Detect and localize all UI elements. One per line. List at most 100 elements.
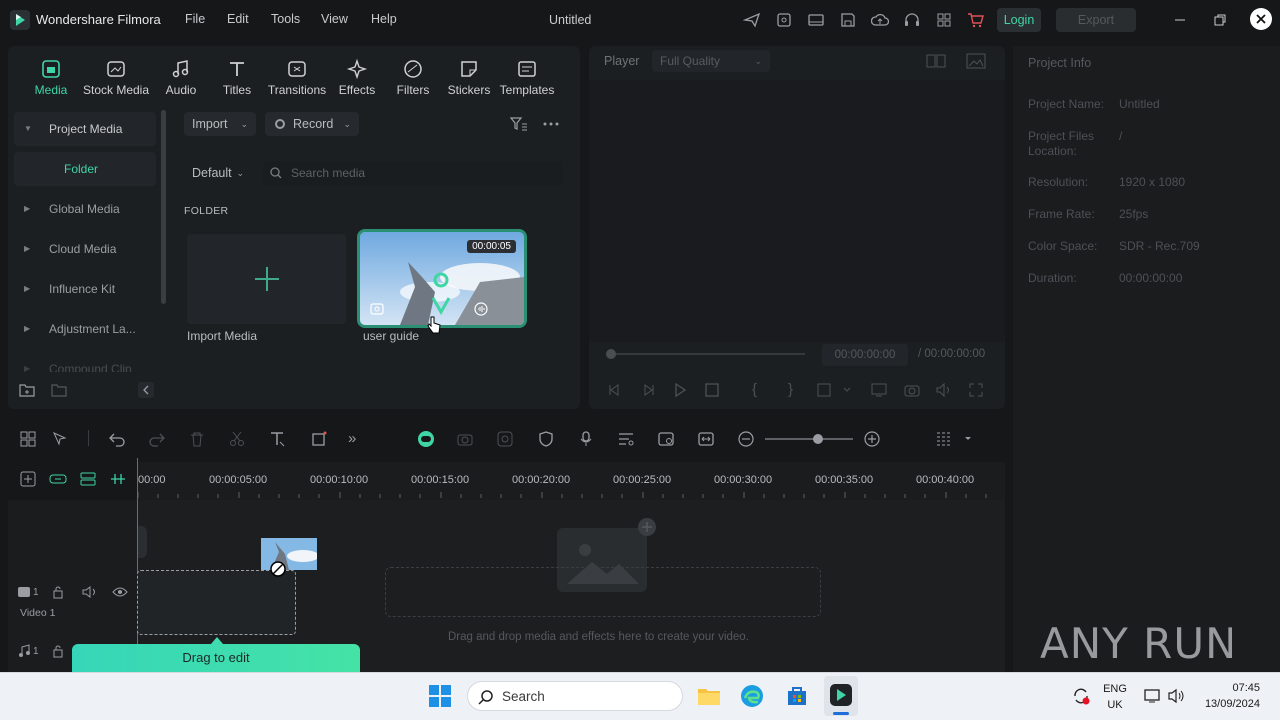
taskbar-search-box[interactable] [467, 681, 683, 711]
select-arrow-icon[interactable] [51, 430, 69, 448]
menu-help[interactable]: Help [371, 12, 397, 26]
crop-icon[interactable] [310, 430, 328, 448]
add-media-plus-icon[interactable] [638, 518, 656, 536]
layout-icon[interactable] [807, 11, 825, 29]
timeline-ruler[interactable] [137, 462, 1005, 500]
link-clips-icon[interactable] [49, 470, 67, 488]
language-code[interactable]: ENG [1100, 683, 1130, 695]
filmora-taskbar-button[interactable] [824, 676, 858, 716]
stop-icon[interactable] [703, 381, 721, 399]
send-icon[interactable] [743, 11, 761, 29]
compare-view-icon[interactable] [926, 53, 946, 69]
camera-snapshot-icon[interactable] [903, 381, 921, 399]
microsoft-store-icon[interactable] [785, 684, 809, 708]
motion-tracking-icon[interactable] [496, 430, 514, 448]
lock-icon[interactable] [51, 585, 65, 599]
zoom-in-icon[interactable] [863, 430, 881, 448]
sync-alert-icon[interactable] [1071, 686, 1091, 706]
play-icon[interactable] [671, 381, 689, 399]
minimize-icon[interactable] [1170, 10, 1190, 30]
tab-transitions[interactable]: Transitions [264, 58, 330, 97]
timeline-drop-zone[interactable] [385, 567, 821, 617]
folder-icon[interactable] [51, 382, 67, 398]
windows-start-icon[interactable] [428, 684, 452, 708]
next-frame-icon[interactable] [639, 381, 657, 399]
edge-browser-icon[interactable] [740, 684, 764, 708]
previous-frame-icon[interactable] [606, 381, 624, 399]
record-dropdown[interactable]: Record ⌄ [265, 112, 359, 136]
track-collapse-handle[interactable] [137, 526, 147, 558]
new-folder-icon[interactable] [19, 382, 35, 398]
more-options-icon[interactable] [542, 116, 560, 132]
sidebar-item-project-media[interactable]: ▼ Project Media [14, 112, 156, 146]
audio-mixer-icon[interactable] [617, 430, 635, 448]
sidebar-item-global-media[interactable]: ▶ Global Media [14, 192, 156, 226]
microphone-icon[interactable] [577, 430, 595, 448]
collapse-sidebar-icon[interactable] [138, 382, 154, 398]
sidebar-item-cloud-media[interactable]: ▶ Cloud Media [14, 232, 156, 266]
file-explorer-icon[interactable] [697, 684, 721, 708]
media-clip-user-guide[interactable]: 00:00:05 [357, 229, 527, 328]
network-monitor-icon[interactable] [1144, 688, 1162, 704]
volume-speaker-icon[interactable] [1168, 688, 1186, 704]
shield-mask-icon[interactable] [537, 430, 555, 448]
lock-icon[interactable] [51, 644, 65, 658]
filter-sort-icon[interactable] [510, 116, 528, 132]
mark-in-icon[interactable]: { [752, 381, 757, 398]
eye-icon[interactable] [112, 586, 128, 598]
import-dropdown[interactable]: Import ⌄ [184, 112, 256, 136]
tab-stock-media[interactable]: Stock Media [82, 58, 150, 97]
clock-date[interactable]: 13/09/2024 [1192, 698, 1276, 710]
more-tools-icon[interactable]: » [348, 430, 356, 447]
import-media-tile[interactable] [187, 234, 346, 324]
speaker-icon[interactable] [82, 585, 98, 599]
sidebar-item-folder[interactable]: Folder [14, 152, 156, 186]
media-library-icon[interactable] [775, 11, 793, 29]
menu-file[interactable]: File [185, 12, 205, 26]
camera-icon[interactable] [456, 430, 474, 448]
close-icon[interactable] [1250, 8, 1272, 30]
restore-icon[interactable] [1210, 10, 1230, 30]
player-progress-track[interactable] [610, 353, 805, 355]
mark-out-icon[interactable]: } [788, 381, 793, 398]
current-time-field[interactable]: 00:00:00:00 [822, 344, 908, 366]
fullscreen-icon[interactable] [967, 381, 985, 399]
picture-in-picture-icon[interactable] [657, 430, 675, 448]
sidebar-item-influence-kit[interactable]: ▶ Influence Kit [14, 272, 156, 306]
playhead[interactable] [137, 458, 138, 672]
cart-icon[interactable] [967, 11, 985, 29]
tab-filters[interactable]: Filters [383, 58, 443, 97]
login-button[interactable]: Login [997, 8, 1041, 32]
add-track-icon[interactable] [19, 470, 37, 488]
tab-media[interactable]: Media [21, 58, 81, 97]
clock-time[interactable]: 07:45 [1192, 682, 1276, 694]
undo-icon[interactable] [108, 430, 126, 448]
quality-dropdown[interactable]: Full Quality ⌄ [652, 50, 770, 72]
delete-icon[interactable] [188, 430, 206, 448]
menu-view[interactable]: View [321, 12, 348, 26]
split-scissors-icon[interactable] [228, 430, 246, 448]
tab-effects[interactable]: Effects [327, 58, 387, 97]
sort-dropdown[interactable]: Default ⌄ [184, 161, 252, 185]
redo-icon[interactable] [148, 430, 166, 448]
sidebar-item-adjustment-layer[interactable]: ▶ Adjustment La... [14, 312, 156, 346]
export-button[interactable]: Export [1056, 8, 1136, 32]
snapshot-image-icon[interactable] [966, 53, 986, 69]
keyboard-layout[interactable]: UK [1100, 699, 1130, 711]
insert-options-icon[interactable] [816, 381, 852, 399]
zoom-slider-track[interactable] [765, 438, 853, 440]
apps-grid-icon[interactable] [935, 11, 953, 29]
menu-tools[interactable]: Tools [271, 12, 300, 26]
search-media-input[interactable]: Search media [263, 161, 563, 185]
sidebar-item-compound-clip[interactable]: ▶ Compound Clip [14, 352, 156, 372]
menu-edit[interactable]: Edit [227, 12, 249, 26]
volume-icon[interactable] [935, 381, 953, 399]
tab-audio[interactable]: Audio [151, 58, 211, 97]
display-monitor-icon[interactable] [870, 381, 888, 399]
timeline-settings-icon[interactable] [935, 430, 971, 448]
fit-timeline-icon[interactable] [697, 430, 715, 448]
zoom-slider-handle[interactable] [813, 434, 823, 444]
save-icon[interactable] [839, 11, 857, 29]
zoom-out-icon[interactable] [737, 430, 755, 448]
tab-titles[interactable]: Titles [207, 58, 267, 97]
